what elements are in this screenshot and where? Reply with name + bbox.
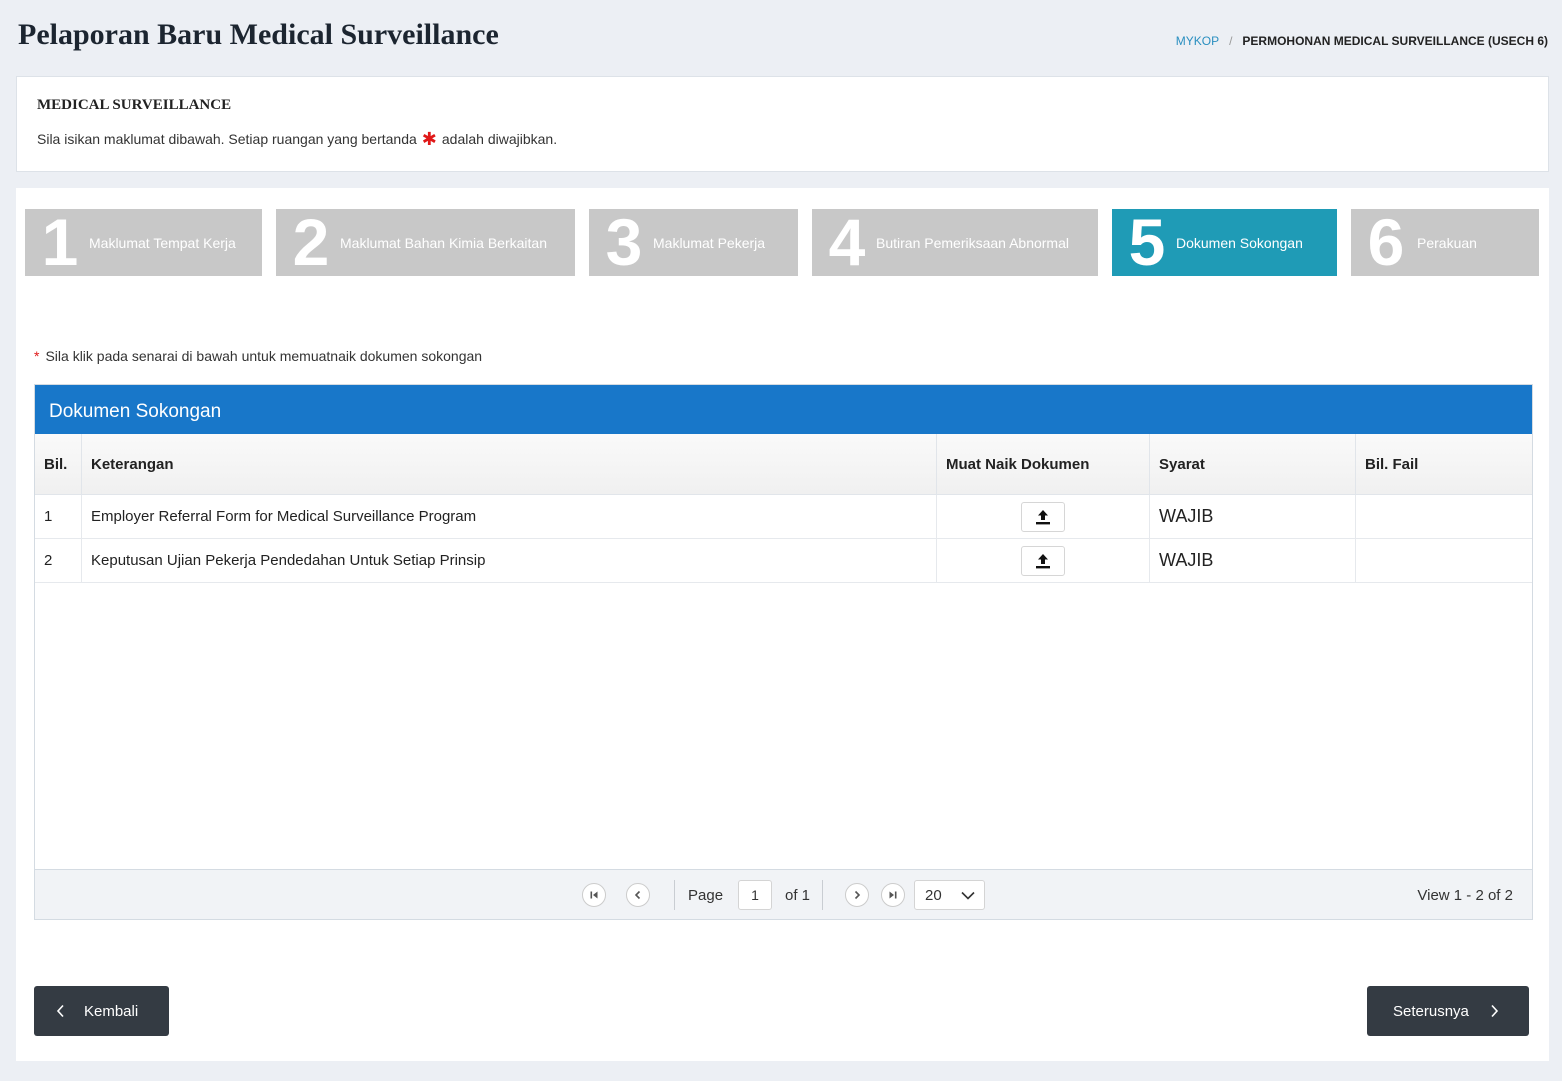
prev-page-button[interactable] — [626, 883, 650, 907]
cell-syarat: WAJIB — [1150, 539, 1356, 582]
wizard-step-1[interactable]: 1 Maklumat Tempat Kerja — [25, 209, 262, 276]
chevron-right-icon — [1491, 1004, 1498, 1018]
cell-bil-fail — [1356, 539, 1532, 582]
info-card: MEDICAL SURVEILLANCE Sila isikan makluma… — [16, 76, 1549, 172]
prev-page-icon — [634, 890, 641, 900]
grid-header-row: Bil. Keterangan Muat Naik Dokumen Syarat… — [35, 434, 1532, 495]
step-number: 2 — [292, 209, 330, 276]
next-page-icon — [854, 890, 861, 900]
cell-keterangan: Employer Referral Form for Medical Surve… — [82, 495, 937, 538]
page-count-label: of 1 — [785, 887, 811, 904]
step-number: 1 — [41, 209, 79, 276]
step-label: Maklumat Tempat Kerja — [89, 234, 236, 251]
wizard-step-2[interactable]: 2 Maklumat Bahan Kimia Berkaitan — [276, 209, 575, 276]
upload-hint: * Sila klik pada senarai di bawah untuk m… — [34, 348, 482, 364]
first-page-button[interactable] — [582, 883, 606, 907]
upload-button[interactable] — [1021, 545, 1065, 576]
back-button-label: Kembali — [84, 1002, 139, 1020]
cell-bil: 1 — [35, 495, 82, 538]
upload-icon — [1036, 553, 1050, 568]
wizard-step-4[interactable]: 4 Butiran Pemeriksaan Abnormal — [812, 209, 1098, 276]
records-summary: View 1 - 2 of 2 — [1417, 887, 1513, 904]
chevron-left-icon — [56, 1004, 64, 1018]
next-page-button[interactable] — [845, 883, 869, 907]
wizard-steps: 1 Maklumat Tempat Kerja 2 Maklumat Bahan… — [16, 188, 1549, 288]
cell-upload — [937, 495, 1150, 538]
step-label: Dokumen Sokongan — [1176, 234, 1303, 251]
wizard-step-6[interactable]: 6 Perakuan — [1351, 209, 1539, 276]
next-button-label: Seterusnya — [1393, 1002, 1469, 1020]
step-number: 5 — [1128, 209, 1166, 276]
cell-keterangan: Keputusan Ujian Pekerja Pendedahan Untuk… — [82, 539, 937, 582]
pager-divider — [674, 880, 675, 910]
page-header: Pelaporan Baru Medical Surveillance MYKO… — [0, 0, 1562, 76]
cell-bil-fail — [1356, 495, 1532, 538]
chevron-down-icon — [961, 891, 975, 900]
last-page-button[interactable] — [881, 883, 905, 907]
column-header-bil-fail[interactable]: Bil. Fail — [1356, 434, 1532, 494]
column-header-keterangan[interactable]: Keterangan — [82, 434, 937, 494]
cell-bil: 2 — [35, 539, 82, 582]
column-header-bil[interactable]: Bil. — [35, 434, 82, 494]
breadcrumb: MYKOP / PERMOHONAN MEDICAL SURVEILLANCE … — [1176, 34, 1548, 48]
last-page-icon — [889, 891, 897, 899]
required-star-icon: ✱ — [421, 129, 437, 149]
page-label: Page — [688, 887, 724, 904]
page-number-input[interactable] — [738, 880, 772, 910]
table-row[interactable]: 2 Keputusan Ujian Pekerja Pendedahan Unt… — [35, 539, 1532, 583]
step-label: Perakuan — [1417, 234, 1477, 251]
pager-divider — [822, 880, 823, 910]
grid-caption: Dokumen Sokongan — [35, 385, 1532, 434]
breadcrumb-separator: / — [1229, 34, 1233, 48]
upload-button[interactable] — [1021, 501, 1065, 532]
step-number: 3 — [605, 209, 643, 276]
upload-icon — [1036, 509, 1050, 524]
hint-text: Sila klik pada senarai di bawah untuk me… — [45, 348, 483, 364]
cell-upload — [937, 539, 1150, 582]
wizard-step-3[interactable]: 3 Maklumat Pekerja — [589, 209, 798, 276]
main-card: 1 Maklumat Tempat Kerja 2 Maklumat Bahan… — [16, 188, 1549, 1061]
step-label: Maklumat Pekerja — [653, 234, 766, 251]
cell-syarat: WAJIB — [1150, 495, 1356, 538]
info-text-before: Sila isikan maklumat dibawah. Setiap rua… — [37, 131, 417, 147]
step-number: 4 — [828, 209, 866, 276]
first-page-icon — [590, 891, 598, 899]
rows-per-page-select[interactable]: 20 — [914, 880, 985, 910]
page-title: Pelaporan Baru Medical Surveillance — [18, 18, 499, 51]
table-row[interactable]: 1 Employer Referral Form for Medical Sur… — [35, 495, 1532, 539]
info-text-after: adalah diwajibkan. — [441, 131, 558, 147]
column-header-syarat[interactable]: Syarat — [1150, 434, 1356, 494]
rows-per-page-value: 20 — [925, 886, 942, 904]
breadcrumb-current: PERMOHONAN MEDICAL SURVEILLANCE (USECH 6… — [1242, 34, 1548, 48]
grid-pager: Page of 1 20 View 1 - 2 of — [35, 869, 1532, 919]
step-number: 6 — [1367, 209, 1405, 276]
wizard-step-5-active[interactable]: 5 Dokumen Sokongan — [1112, 209, 1337, 276]
next-button[interactable]: Seterusnya — [1367, 986, 1529, 1036]
breadcrumb-home-link[interactable]: MYKOP — [1176, 34, 1219, 48]
column-header-muat-naik[interactable]: Muat Naik Dokumen — [937, 434, 1150, 494]
step-label: Maklumat Bahan Kimia Berkaitan — [340, 234, 547, 251]
step-label: Butiran Pemeriksaan Abnormal — [876, 234, 1069, 251]
info-title: MEDICAL SURVEILLANCE — [37, 97, 232, 113]
info-text: Sila isikan maklumat dibawah. Setiap rua… — [37, 129, 558, 149]
documents-grid: Dokumen Sokongan Bil. Keterangan Muat Na… — [34, 384, 1533, 920]
required-marker: * — [34, 348, 40, 364]
back-button[interactable]: Kembali — [34, 986, 169, 1036]
